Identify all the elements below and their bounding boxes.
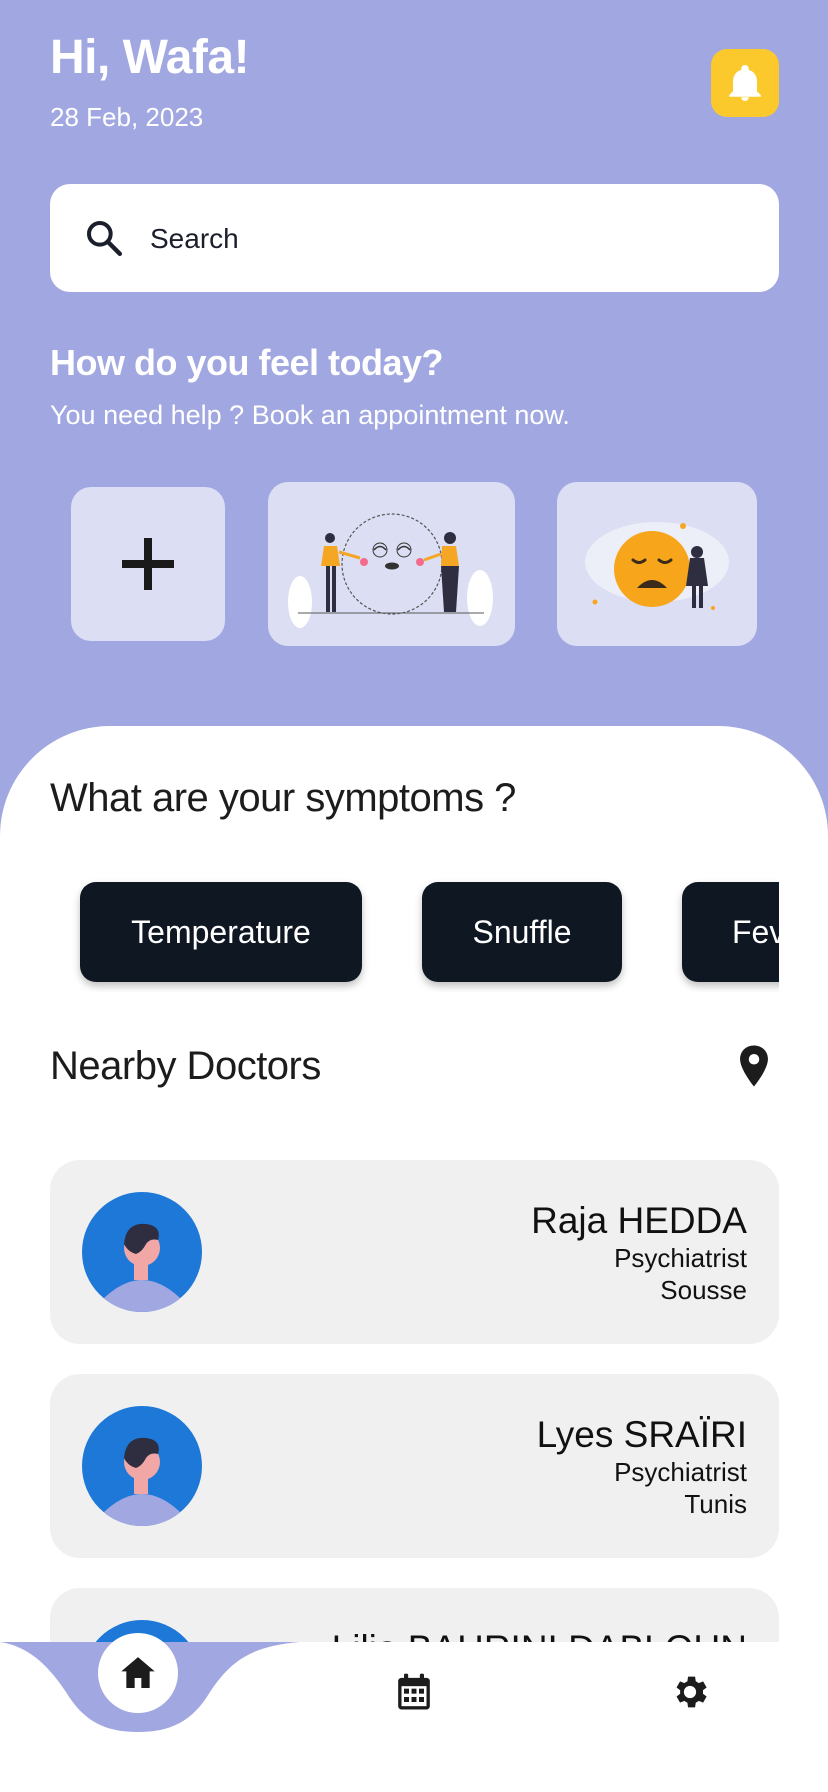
doctor-card[interactable]: Raja HEDDA Psychiatrist Sousse — [50, 1160, 779, 1344]
mood-subtitle: You need help ? Book an appointment now. — [50, 400, 570, 430]
plus-icon — [122, 538, 174, 590]
add-mood-button[interactable] — [71, 487, 225, 641]
nearby-doctors-title: Nearby Doctors — [50, 1044, 321, 1088]
mood-title: How do you feel today? — [50, 342, 444, 383]
mood-card-happy[interactable] — [268, 482, 515, 646]
doctor-city: Tunis — [684, 1489, 747, 1519]
current-date: 28 Feb, 2023 — [50, 102, 204, 132]
search-icon — [87, 221, 123, 256]
symptom-chip-temperature[interactable]: Temperature — [80, 882, 362, 982]
doctor-city: Sousse — [660, 1275, 747, 1305]
user-avatar-illustration — [104, 1223, 180, 1312]
symptom-chip-snuffle[interactable]: Snuffle — [422, 882, 622, 982]
nav-settings-button[interactable] — [668, 1670, 712, 1714]
symptom-chips: Temperature Snuffle Fever — [50, 872, 779, 992]
doctor-card[interactable]: Lyes SRAÏRI Psychiatrist Tunis — [50, 1374, 779, 1558]
search-input[interactable] — [148, 214, 712, 264]
settings-icon — [676, 1676, 707, 1708]
sad-face-illustration — [585, 522, 729, 610]
symptom-chip-fever[interactable]: Fever — [682, 882, 779, 982]
home-icon — [121, 1657, 155, 1688]
doctor-info: Lyes SRAÏRI Psychiatrist Tunis — [537, 1414, 747, 1520]
user-avatar-illustration — [104, 1437, 180, 1526]
doctor-info: Raja HEDDA Psychiatrist Sousse — [531, 1200, 747, 1306]
doctor-name: Raja HEDDA — [531, 1200, 747, 1241]
doctor-specialty: Psychiatrist — [614, 1243, 747, 1273]
mood-card-sad[interactable] — [557, 482, 757, 646]
doctor-avatar — [82, 1192, 202, 1312]
nav-home-button[interactable] — [98, 1633, 178, 1713]
search-bar[interactable] — [50, 184, 779, 292]
greeting: Hi, Wafa! — [50, 31, 250, 84]
doctor-name: Lyes SRAÏRI — [536, 1414, 747, 1455]
doctor-avatar — [82, 1406, 202, 1526]
calendar-icon — [398, 1673, 430, 1710]
notifications-button[interactable] — [711, 49, 779, 117]
symptoms-title: What are your symptoms ? — [50, 776, 516, 820]
location-pin-icon[interactable] — [736, 1044, 772, 1088]
nav-calendar-button[interactable] — [392, 1670, 436, 1714]
doctor-specialty: Psychiatrist — [614, 1457, 747, 1487]
bell-icon — [729, 65, 761, 101]
happy-face-illustration — [288, 513, 493, 628]
